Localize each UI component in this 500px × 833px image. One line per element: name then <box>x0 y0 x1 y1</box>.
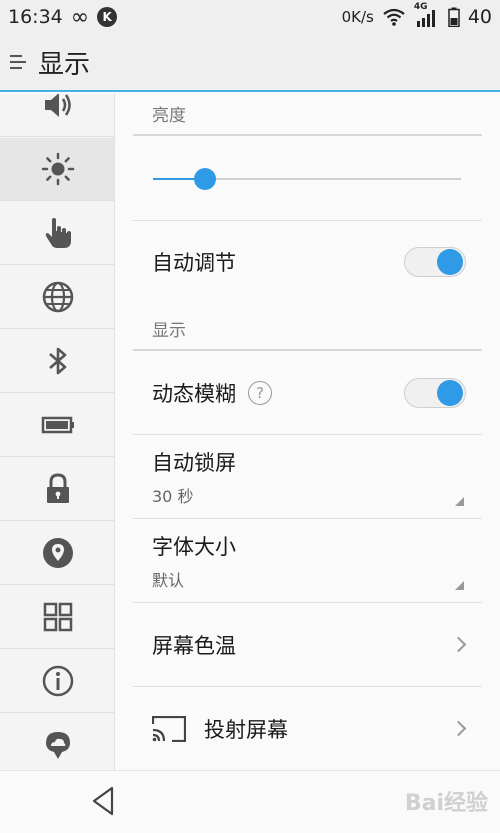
sidebar-item-network[interactable] <box>0 266 114 329</box>
navigation-bar: Bai经验 <box>0 770 500 833</box>
dropdown-corner-icon <box>455 581 464 590</box>
help-icon[interactable]: ? <box>248 380 272 405</box>
auto-lock-row[interactable]: 自动锁屏 30 秒 <box>133 435 482 519</box>
net-speed: 0K/s <box>341 8 374 26</box>
dropdown-corner-icon <box>455 497 464 506</box>
sidebar-item-display[interactable] <box>0 138 114 201</box>
touch-hand-icon <box>45 218 71 248</box>
wifi-icon <box>383 8 405 26</box>
dynamic-blur-row[interactable]: 动态模糊 ? <box>133 351 482 435</box>
screen-cast-label: 投射屏幕 <box>204 717 288 742</box>
slider-thumb[interactable] <box>194 168 217 190</box>
lock-icon <box>46 473 69 503</box>
chevron-right-icon <box>450 636 467 653</box>
chevron-right-icon <box>450 720 467 737</box>
auto-lock-label: 自动锁屏 <box>152 450 236 475</box>
location-pin-icon <box>42 538 73 568</box>
brightness-slider[interactable] <box>153 164 461 194</box>
drawer-menu-icon[interactable] <box>10 55 26 69</box>
globe-icon <box>42 281 73 313</box>
info-icon <box>42 665 73 697</box>
sidebar-item-about[interactable] <box>0 650 114 713</box>
k-badge-icon: K <box>97 7 118 27</box>
section-header-display: 显示 <box>133 309 482 351</box>
action-bar: 显示 <box>0 34 500 92</box>
auto-lock-value: 30 秒 <box>152 486 194 506</box>
sidebar-item-gestures[interactable] <box>0 202 114 265</box>
sidebar-item-sound[interactable] <box>0 94 114 137</box>
signal-icon: 4G <box>414 2 440 28</box>
status-bar: 16:34 ∞ K 0K/s 4G 40 <box>0 0 500 34</box>
sidebar-item-bluetooth[interactable] <box>0 330 114 393</box>
battery-icon <box>41 416 74 434</box>
battery-status-icon <box>448 7 460 27</box>
settings-content: 亮度 自动调节 显示 动态模糊 ? 自动锁屏 30 秒 字体大小 默认 屏幕色温 <box>133 94 482 770</box>
auto-adjust-toggle[interactable] <box>404 246 466 277</box>
toggle-knob <box>437 248 463 275</box>
section-header-brightness: 亮度 <box>133 94 482 136</box>
brightness-icon <box>41 152 74 186</box>
clock: 16:34 <box>8 6 63 28</box>
cast-icon <box>152 715 186 742</box>
settings-sidebar <box>0 94 115 770</box>
screen-cast-row[interactable]: 投射屏幕 <box>133 687 482 770</box>
battery-level: 40 <box>467 6 492 28</box>
cloud-icon <box>45 731 70 759</box>
color-temp-label: 屏幕色温 <box>152 633 236 658</box>
auto-adjust-label: 自动调节 <box>152 250 236 275</box>
toggle-knob <box>437 379 463 406</box>
font-size-row[interactable]: 字体大小 默认 <box>133 519 482 603</box>
dynamic-blur-toggle[interactable] <box>404 377 466 408</box>
sidebar-item-apps[interactable] <box>0 586 114 649</box>
sidebar-item-security[interactable] <box>0 458 114 521</box>
bluetooth-icon <box>48 347 66 375</box>
sidebar-item-location[interactable] <box>0 522 114 585</box>
font-size-value: 默认 <box>152 570 185 590</box>
font-size-label: 字体大小 <box>152 534 236 559</box>
color-temp-row[interactable]: 屏幕色温 <box>133 603 482 687</box>
infinity-icon: ∞ <box>70 4 90 30</box>
page-title: 显示 <box>38 49 91 80</box>
sidebar-item-cloud[interactable] <box>0 714 114 770</box>
volume-icon <box>44 94 71 117</box>
auto-adjust-row[interactable]: 自动调节 <box>133 221 482 302</box>
watermark: Bai经验 <box>404 791 488 816</box>
dynamic-blur-label: 动态模糊 <box>152 381 236 406</box>
apps-grid-icon <box>43 602 72 632</box>
back-button-icon[interactable] <box>88 785 120 817</box>
sidebar-item-battery[interactable] <box>0 394 114 457</box>
